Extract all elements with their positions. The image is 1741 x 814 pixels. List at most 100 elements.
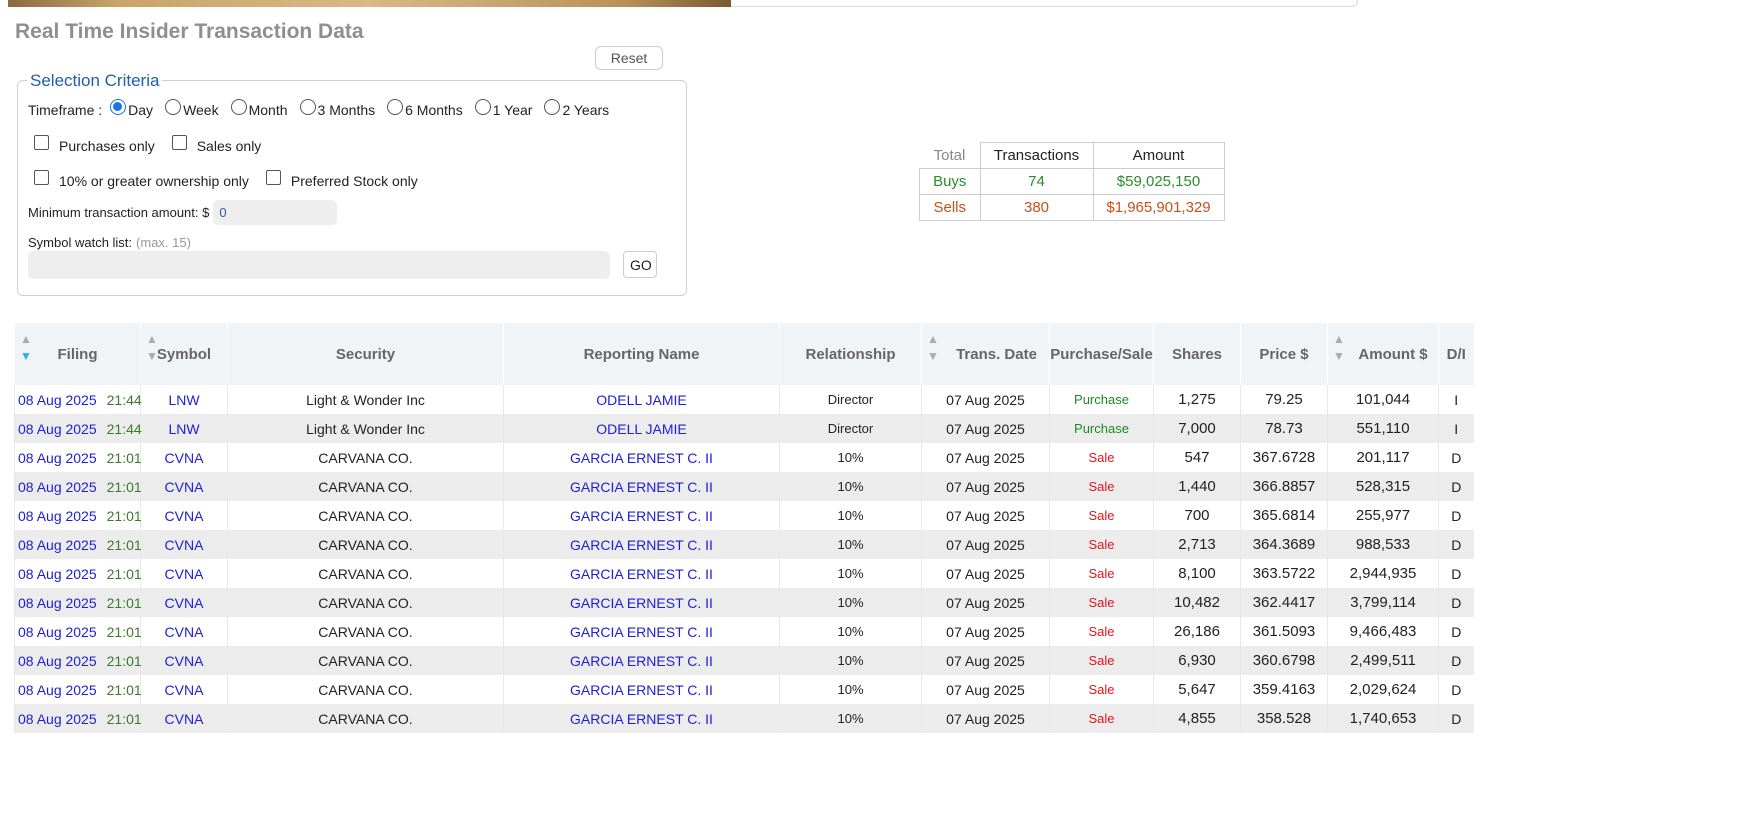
selection-criteria-panel: Selection Criteria Timeframe : Day Week … (17, 71, 687, 296)
symbol-link[interactable]: CVNA (140, 588, 228, 617)
table-row: 08 Aug 2025 21:01 CVNA CARVANA CO. GARCIA ER… (14, 704, 1474, 733)
timeframe-radio-6-months[interactable] (387, 99, 404, 115)
filing-time: 21:01 (106, 478, 142, 495)
filing-time: 21:01 (106, 507, 142, 524)
filing-date-link[interactable]: 08 Aug 2025 (18, 421, 97, 437)
filing-cell: 08 Aug 2025 21:01 (14, 443, 142, 472)
timeframe-radio-1-year[interactable] (474, 99, 491, 115)
trans-date-cell: 07 Aug 2025 (921, 588, 1050, 617)
sales-only-label: Sales only (196, 137, 262, 154)
relationship-cell: 10% (779, 704, 922, 733)
symbol-link[interactable]: CVNA (140, 443, 228, 472)
table-row: 08 Aug 2025 21:01 CVNA CARVANA CO. GARCIA ER… (14, 443, 1474, 472)
symbol-link[interactable]: CVNA (140, 704, 228, 733)
preferred-stock-checkbox[interactable] (265, 170, 281, 185)
timeframe-radio-month[interactable] (230, 99, 247, 115)
filing-date-link[interactable]: 08 Aug 2025 (18, 566, 97, 582)
amount-cell: 255,977 (1327, 501, 1439, 530)
timeframe-radio-3-months[interactable] (299, 99, 316, 115)
selection-criteria-legend: Selection Criteria (27, 71, 163, 91)
symbol-link[interactable]: CVNA (140, 646, 228, 675)
relationship-cell: Director (779, 385, 922, 414)
filing-date-link[interactable]: 08 Aug 2025 (18, 711, 97, 727)
reporting-name-link[interactable]: GARCIA ERNEST C. II (503, 617, 780, 646)
filing-date-link[interactable]: 08 Aug 2025 (18, 653, 97, 669)
di-cell: I (1438, 385, 1474, 414)
purchase-sale-cell: Sale (1049, 443, 1154, 472)
trans-date-cell: 07 Aug 2025 (921, 472, 1050, 501)
timeframe-radio-2-years[interactable] (544, 99, 561, 115)
col-header-symbol[interactable]: ▲ ▼ Symbol (140, 323, 228, 385)
amount-cell: 2,499,511 (1327, 646, 1439, 675)
symbol-link[interactable]: CVNA (140, 559, 228, 588)
reporting-name-link[interactable]: GARCIA ERNEST C. II (503, 530, 780, 559)
filing-date-link[interactable]: 08 Aug 2025 (18, 508, 97, 524)
di-cell: D (1438, 443, 1474, 472)
watchlist-label: Symbol watch list: (28, 235, 133, 250)
reporting-name-link[interactable]: ODELL JAMIE (503, 385, 780, 414)
reporting-name-link[interactable]: GARCIA ERNEST C. II (503, 559, 780, 588)
reset-button[interactable]: Reset (595, 46, 663, 70)
symbol-link[interactable]: LNW (140, 385, 228, 414)
min-amount-input[interactable] (213, 200, 338, 225)
filing-date-link[interactable]: 08 Aug 2025 (18, 450, 97, 466)
shares-cell: 2,713 (1153, 530, 1241, 559)
header-border (731, 0, 1358, 7)
symbol-link[interactable]: CVNA (140, 617, 228, 646)
symbol-link[interactable]: LNW (140, 414, 228, 443)
reporting-name-link[interactable]: GARCIA ERNEST C. II (503, 443, 780, 472)
sort-arrows-icon[interactable]: ▲ ▼ (146, 331, 158, 365)
reporting-name-link[interactable]: GARCIA ERNEST C. II (503, 704, 780, 733)
reporting-name-link[interactable]: GARCIA ERNEST C. II (503, 646, 780, 675)
timeframe-label-day: Day (128, 102, 154, 118)
timeframe-label-3-months: 3 Months (317, 102, 376, 118)
table-row: 08 Aug 2025 21:44 LNW Light & Wonder Inc ODE… (14, 414, 1474, 443)
security-cell: CARVANA CO. (227, 588, 504, 617)
col-header-trans-date[interactable]: ▲ ▼ Trans. Date (921, 323, 1050, 385)
reporting-name-link[interactable]: GARCIA ERNEST C. II (503, 588, 780, 617)
sort-arrows-icon[interactable]: ▲ ▼ (1333, 331, 1345, 365)
sales-only-checkbox[interactable] (171, 135, 187, 150)
timeframe-label-month: Month (248, 102, 288, 118)
symbol-link[interactable]: CVNA (140, 472, 228, 501)
amount-cell: 988,533 (1327, 530, 1439, 559)
filing-date-link[interactable]: 08 Aug 2025 (18, 537, 97, 553)
sort-arrows-icon[interactable]: ▲ ▼ (927, 331, 939, 365)
relationship-cell: Director (779, 414, 922, 443)
table-row: 08 Aug 2025 21:01 CVNA CARVANA CO. GARCIA ER… (14, 588, 1474, 617)
filing-time: 21:01 (106, 652, 142, 669)
min-amount-row: Minimum transaction amount: $ (28, 200, 338, 225)
sort-arrows-icon[interactable]: ▲ ▼ (20, 331, 32, 365)
timeframe-radio-day[interactable] (110, 99, 127, 115)
symbol-link[interactable]: CVNA (140, 675, 228, 704)
filing-date-link[interactable]: 08 Aug 2025 (18, 624, 97, 640)
amount-cell: 551,110 (1327, 414, 1439, 443)
purchases-only-checkbox[interactable] (34, 135, 49, 150)
reporting-name-link[interactable]: ODELL JAMIE (503, 414, 780, 443)
reporting-name-link[interactable]: GARCIA ERNEST C. II (503, 472, 780, 501)
ownership-only-checkbox[interactable] (34, 170, 49, 185)
symbol-link[interactable]: CVNA (140, 530, 228, 559)
filing-date-link[interactable]: 08 Aug 2025 (18, 479, 97, 495)
col-header-filing[interactable]: ▲ ▼ Filing (14, 323, 141, 385)
timeframe-radio-week[interactable] (165, 99, 182, 115)
symbol-link[interactable]: CVNA (140, 501, 228, 530)
filing-date-link[interactable]: 08 Aug 2025 (18, 682, 97, 698)
totals-summary-table: Total Transactions Amount Buys 74 $59,02… (919, 142, 1225, 221)
purchase-sale-cell: Sale (1049, 617, 1154, 646)
di-cell: D (1438, 704, 1474, 733)
amount-cell: 2,029,624 (1327, 675, 1439, 704)
price-cell: 358.528 (1240, 704, 1328, 733)
reporting-name-link[interactable]: GARCIA ERNEST C. II (503, 675, 780, 704)
filing-date-link[interactable]: 08 Aug 2025 (18, 392, 97, 408)
reporting-name-link[interactable]: GARCIA ERNEST C. II (503, 501, 780, 530)
filing-cell: 08 Aug 2025 21:01 (14, 559, 142, 588)
col-header-amount[interactable]: ▲ ▼ Amount $ (1327, 323, 1439, 385)
filing-cell: 08 Aug 2025 21:01 (14, 617, 142, 646)
filing-date-link[interactable]: 08 Aug 2025 (18, 595, 97, 611)
table-row: 08 Aug 2025 21:01 CVNA CARVANA CO. GARCIA ER… (14, 675, 1474, 704)
go-button[interactable]: GO (623, 251, 657, 278)
min-amount-label: Minimum transaction amount: $ (28, 205, 210, 220)
symbol-watchlist-input[interactable] (28, 251, 610, 279)
shares-cell: 5,647 (1153, 675, 1241, 704)
